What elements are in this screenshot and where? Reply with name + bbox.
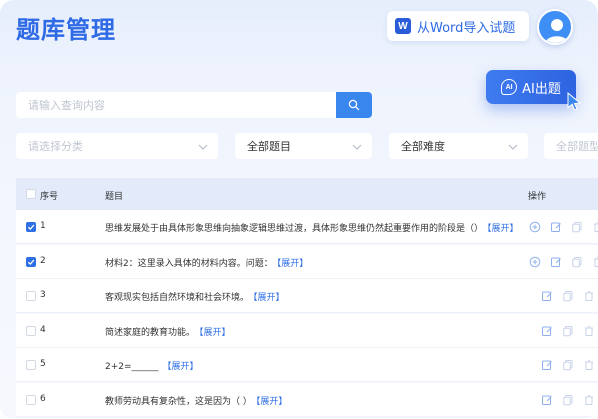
edit-icon[interactable] bbox=[540, 289, 554, 303]
edit-icon[interactable] bbox=[540, 393, 554, 407]
row-number: 2 bbox=[40, 255, 46, 266]
row-operations bbox=[540, 289, 596, 303]
category-select[interactable]: 请选择分类 bbox=[16, 133, 218, 159]
row-number: 5 bbox=[40, 359, 46, 369]
delete-icon[interactable] bbox=[591, 220, 598, 234]
question-text: 思维发展处于由具体形象思维向抽象逻辑思维过渡，具体形象思维仍然起重要作用的阶段是… bbox=[105, 221, 519, 234]
question-text: 客观现实包括自然环境和社会环境。 【展开】 bbox=[105, 290, 285, 303]
question-type-select-value: 全部题型 bbox=[556, 140, 598, 153]
question-content: 2+2=______ bbox=[105, 362, 159, 372]
word-icon: W bbox=[395, 18, 411, 34]
row-operations bbox=[540, 324, 596, 338]
copy-icon[interactable] bbox=[561, 358, 575, 372]
question-filter-value: 全部题目 bbox=[247, 140, 291, 153]
row-checkbox[interactable] bbox=[26, 360, 36, 370]
question-filter-select[interactable]: 全部题目 bbox=[235, 133, 372, 159]
expand-link[interactable]: 【展开】 bbox=[163, 362, 199, 372]
chevron-down-icon bbox=[198, 141, 208, 154]
row-operations bbox=[540, 358, 596, 372]
ai-generate-button[interactable]: AI AI出题 bbox=[486, 70, 576, 104]
expand-link[interactable]: 【展开】 bbox=[199, 328, 231, 338]
question-text: 材料2：这里录入具体的材料内容。问题： 【展开】 bbox=[105, 256, 308, 269]
table-row: 2 材料2：这里录入具体的材料内容。问题： 【展开】 bbox=[16, 244, 598, 279]
page-card: 题库管理 W 从Word导入试题 AI AI出题 请选择分类 bbox=[0, 0, 598, 419]
row-operations bbox=[528, 220, 598, 234]
cursor-icon bbox=[566, 91, 582, 111]
ai-icon: AI bbox=[501, 79, 518, 95]
add-circle-icon[interactable] bbox=[528, 220, 542, 234]
copy-icon[interactable] bbox=[561, 324, 575, 338]
search-button[interactable] bbox=[336, 92, 372, 118]
question-table: 序号 题目 操作 1 思维发展处于由具体形象思维向抽象逻辑思维过渡，具体形象思维仍… bbox=[16, 178, 598, 419]
row-number: 3 bbox=[40, 290, 46, 300]
row-number: 4 bbox=[40, 324, 46, 335]
expand-link[interactable]: 【展开】 bbox=[487, 224, 519, 234]
category-select-value: 请选择分类 bbox=[28, 140, 83, 153]
delete-icon[interactable] bbox=[582, 358, 596, 372]
delete-icon[interactable] bbox=[582, 289, 596, 303]
question-content: 教师劳动具有复杂性，这是因为（ ） bbox=[105, 396, 252, 407]
row-checkbox[interactable] bbox=[26, 256, 36, 267]
question-type-select[interactable]: 全部题型 bbox=[544, 133, 598, 159]
header-no: 序号 bbox=[40, 192, 59, 202]
row-checkbox[interactable] bbox=[26, 325, 36, 336]
question-content: 材料2：这里录入具体的材料内容。问题： bbox=[105, 258, 273, 269]
select-all-checkbox[interactable] bbox=[26, 189, 36, 199]
table-row: 3 客观现实包括自然环境和社会环境。 【展开】 bbox=[16, 279, 598, 313]
question-content: 思维发展处于由具体形象思维向抽象逻辑思维过渡，具体形象思维仍然起重要作用的阶段是… bbox=[105, 224, 484, 234]
row-checkbox[interactable] bbox=[26, 394, 36, 405]
user-avatar-icon[interactable] bbox=[537, 9, 573, 45]
copy-icon[interactable] bbox=[561, 393, 575, 407]
header-question: 题目 bbox=[105, 192, 124, 202]
copy-icon[interactable] bbox=[570, 255, 584, 269]
table-row: 1 思维发展处于由具体形象思维向抽象逻辑思维过渡，具体形象思维仍然起重要作用的阶段… bbox=[16, 210, 598, 244]
row-number: 1 bbox=[40, 221, 46, 231]
edit-icon[interactable] bbox=[549, 220, 563, 234]
row-operations bbox=[540, 393, 596, 407]
ai-button-label: AI出题 bbox=[522, 81, 561, 97]
copy-icon[interactable] bbox=[570, 220, 584, 234]
question-content: 简述家庭的教育功能。 bbox=[105, 327, 196, 338]
chevron-down-icon bbox=[508, 141, 518, 154]
chevron-down-icon bbox=[352, 141, 362, 154]
edit-icon[interactable] bbox=[540, 324, 554, 338]
edit-icon[interactable] bbox=[540, 358, 554, 372]
question-text: 2+2=______ 【展开】 bbox=[105, 359, 199, 372]
page-title: 题库管理 bbox=[16, 16, 116, 44]
copy-icon[interactable] bbox=[561, 289, 575, 303]
row-operations bbox=[528, 255, 598, 269]
table-header: 序号 题目 操作 bbox=[16, 178, 598, 210]
question-text: 教师劳动具有复杂性，这是因为（ ） 【展开】 bbox=[105, 394, 287, 407]
question-text: 简述家庭的教育功能。 【展开】 bbox=[105, 325, 231, 338]
edit-icon[interactable] bbox=[549, 255, 563, 269]
search-input[interactable] bbox=[16, 92, 336, 118]
question-content: 客观现实包括自然环境和社会环境。 bbox=[105, 293, 250, 303]
delete-icon[interactable] bbox=[582, 393, 596, 407]
row-checkbox[interactable] bbox=[26, 222, 36, 232]
header-operations: 操作 bbox=[528, 192, 547, 202]
table-row: 6 教师劳动具有复杂性，这是因为（ ） 【展开】 bbox=[16, 382, 598, 417]
row-checkbox[interactable] bbox=[26, 291, 36, 301]
difficulty-select-value: 全部难度 bbox=[401, 140, 445, 153]
import-button-label: 从Word导入试题 bbox=[417, 20, 516, 36]
expand-link[interactable]: 【展开】 bbox=[253, 293, 285, 303]
add-circle-icon[interactable] bbox=[528, 255, 542, 269]
delete-icon[interactable] bbox=[591, 255, 598, 269]
delete-icon[interactable] bbox=[582, 324, 596, 338]
expand-link[interactable]: 【展开】 bbox=[256, 397, 288, 407]
table-row: 4 简述家庭的教育功能。 【展开】 bbox=[16, 313, 598, 348]
table-row: 5 2+2=______ 【展开】 bbox=[16, 348, 598, 382]
expand-link[interactable]: 【展开】 bbox=[277, 259, 309, 269]
difficulty-select[interactable]: 全部难度 bbox=[389, 133, 528, 159]
import-from-word-button[interactable]: W 从Word导入试题 bbox=[387, 11, 529, 41]
search-icon bbox=[348, 96, 360, 115]
row-number: 6 bbox=[40, 393, 46, 404]
